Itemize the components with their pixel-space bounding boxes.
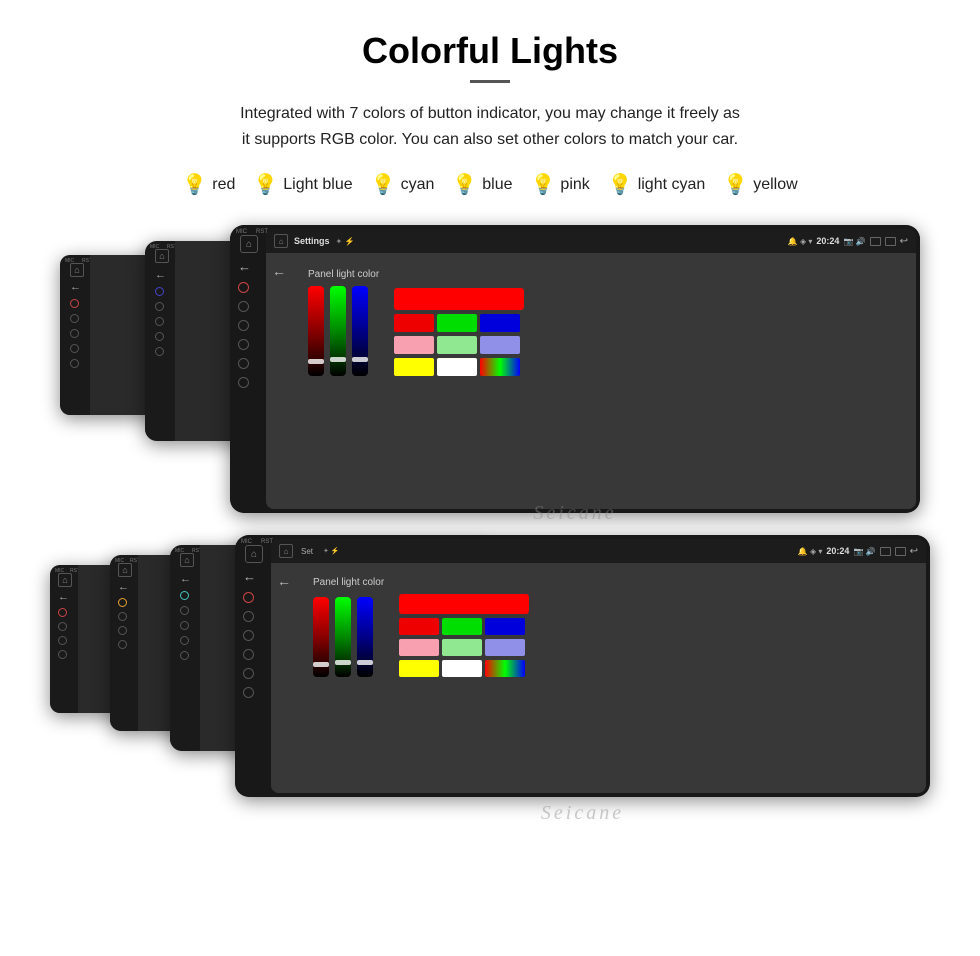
- page-description: Integrated with 7 colors of button indic…: [50, 101, 930, 152]
- color-red-label: red: [212, 176, 235, 194]
- color-lightblue-label: Light blue: [283, 176, 352, 194]
- yellow-bulb-icon: 💡: [723, 172, 748, 197]
- lightblue-bulb-icon: 💡: [253, 172, 278, 197]
- color-lightcyan-label: light cyan: [638, 176, 706, 194]
- bottom-device-group: MIC RST ⌂ ← MIC RST: [50, 535, 930, 825]
- color-red: 💡 red: [182, 172, 235, 197]
- color-cyan-label: cyan: [401, 176, 435, 194]
- top-device-group: MIC RST ⌂ ← MIC RST: [60, 225, 920, 525]
- red-bulb-icon: 💡: [182, 172, 207, 197]
- watermark-top: Seicane: [230, 502, 920, 525]
- color-blue-label: blue: [482, 176, 512, 194]
- lightcyan-bulb-icon: 💡: [608, 172, 633, 197]
- page: Colorful Lights Integrated with 7 colors…: [0, 0, 980, 865]
- page-title: Colorful Lights: [40, 30, 940, 72]
- color-blue: 💡 blue: [452, 172, 512, 197]
- device-main-bottom: MIC RST ⌂ ← ⌂: [235, 535, 930, 797]
- color-yellow: 💡 yellow: [723, 172, 797, 197]
- device-main-top: MIC RST ⌂ ←: [230, 225, 920, 513]
- pink-bulb-icon: 💡: [531, 172, 556, 197]
- cyan-bulb-icon: 💡: [371, 172, 396, 197]
- color-cyan: 💡 cyan: [371, 172, 435, 197]
- color-lightblue: 💡 Light blue: [253, 172, 352, 197]
- color-pink: 💡 pink: [531, 172, 590, 197]
- colors-row: 💡 red 💡 Light blue 💡 cyan 💡 blue 💡 pink …: [40, 172, 940, 197]
- color-yellow-label: yellow: [753, 176, 797, 194]
- panel-label: Panel light color: [308, 269, 904, 280]
- color-lightcyan: 💡 light cyan: [608, 172, 706, 197]
- watermark-bottom: Seicane: [235, 802, 930, 825]
- blue-bulb-icon: 💡: [452, 172, 477, 197]
- color-pink-label: pink: [560, 176, 589, 194]
- title-divider: [470, 80, 510, 83]
